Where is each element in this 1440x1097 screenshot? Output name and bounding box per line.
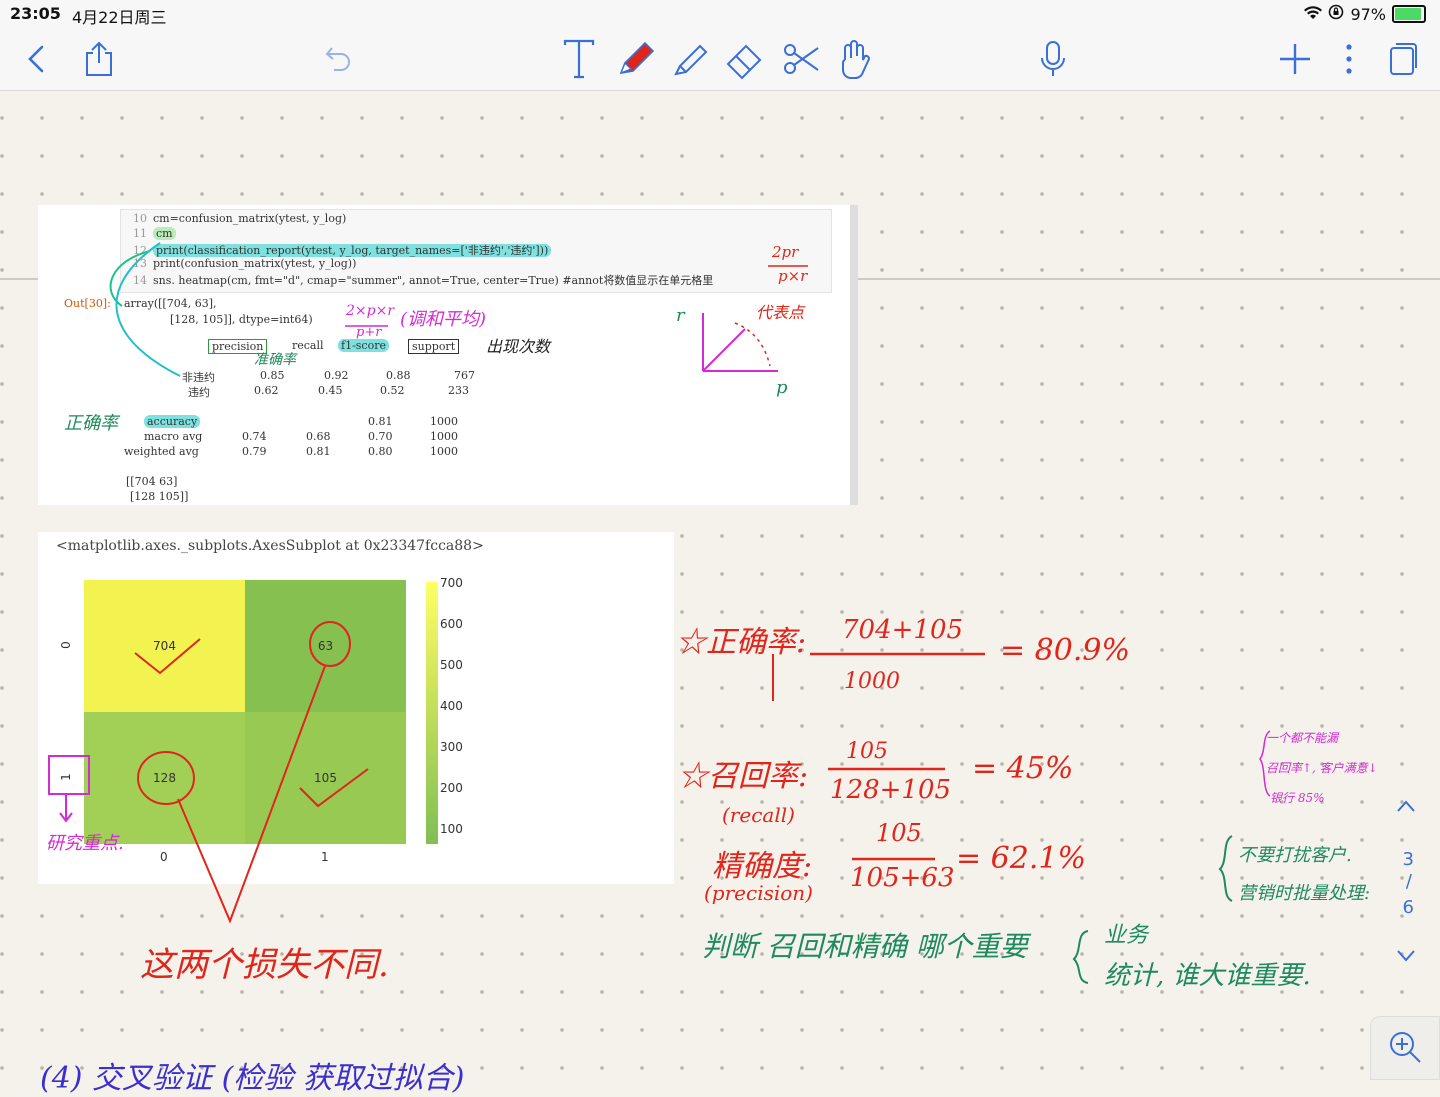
note-focus: 研究重点. [46,833,124,854]
note-f1-num: 2×p×r [346,303,395,319]
note-precision-en: (precision) [704,881,813,905]
page-down-button[interactable] [1396,947,1416,968]
eraser-icon [726,44,762,80]
note-side: 营销时批量处理: [1238,883,1371,904]
highlighter-tool-button[interactable] [668,36,714,82]
eraser-tool-button[interactable] [722,36,768,82]
more-icon [1346,44,1352,74]
note-prec-den: 105+63 [850,863,955,893]
note-stats: 统计, 谁大谁重要. [1104,961,1311,991]
highlighter-icon [674,44,708,76]
back-button[interactable] [14,36,60,82]
note-accuracy: 正确率 [64,413,118,434]
more-button[interactable] [1326,36,1372,82]
status-time: 23:05 [10,4,61,23]
note-harmonic: (调和平均) [400,309,487,330]
add-page-button[interactable] [1272,36,1318,82]
microphone-icon [1041,41,1065,76]
note-occurrence: 出现次数 [486,337,551,356]
note-loss: 这两个损失不同. [140,945,389,985]
note-recall-den: 128+105 [830,775,952,805]
note-axis-r: r [676,305,685,326]
zoom-in-icon [1390,1032,1421,1063]
chevron-up-icon [1397,800,1415,812]
note-side: 银行 85% [1270,791,1325,805]
note-business: 业务 [1104,923,1149,948]
chevron-down-icon [1397,950,1415,962]
note-recall-en: (recall) [722,803,795,827]
note-side: 一个都不能漏 [1266,731,1339,745]
note-prec-num: 105 [876,819,922,847]
note-acc-den: 1000 [844,669,900,694]
plus-icon [1280,44,1310,74]
status-bar: 23:05 4月22日周三 97% [0,0,1440,28]
text-tool-button[interactable] [556,36,602,82]
page-separator: / [1405,871,1412,892]
note-acc-result: = 80.9% [1000,633,1130,668]
notebook-page[interactable]: 10 cm=confusion_matrix(ytest, y_log) 11 cm… [0,91,1440,1096]
note-judge: 判断 召回和精确 哪个重要 [702,930,1028,963]
pages-button[interactable] [1380,36,1426,82]
hand-icon [842,40,870,79]
text-tool-icon [563,39,595,79]
page-up-button[interactable] [1396,797,1416,818]
zoom-button[interactable] [1370,1016,1440,1080]
microphone-button[interactable] [1030,36,1076,82]
hand-tool-button[interactable] [832,36,878,82]
note-side: 召回率↑, 客户满意↓ [1266,761,1378,775]
note-acc-num: 704+105 [842,615,964,645]
undo-button[interactable] [316,36,362,82]
battery-icon [1392,5,1426,23]
note-axis-p: p [776,377,788,398]
note-top-frac-num: 2pr [772,243,799,261]
share-icon [86,41,112,76]
note-recall-num: 105 [846,739,888,764]
note-precision: 准确率 [254,352,296,368]
status-date: 4月22日周三 [72,8,167,27]
scissors-icon [784,44,819,74]
pages-icon [1390,43,1417,75]
page-current: 3 [1402,849,1414,870]
note-top-frac-den: p×r [778,267,808,285]
note-precision-formula: 精确度: [712,849,813,884]
share-button[interactable] [76,36,122,82]
note-side: 不要打扰客户. [1238,845,1352,866]
pen-icon [619,41,655,75]
note-recall-formula: ☆召回率: [678,759,809,794]
note-accuracy-formula: ☆正确率: [676,625,807,660]
lasso-tool-button[interactable] [778,36,824,82]
note-represent: 代表点 [756,303,805,322]
note-f1-den: p+r [356,325,382,340]
note-bottom: (4) 交叉验证 (检验 获取过拟合) [40,1061,465,1096]
note-prec-result: = 62.1% [956,841,1086,876]
chevron-left-icon [28,45,44,73]
undo-icon [325,47,350,71]
orientation-lock-icon [1328,4,1344,24]
status-right: 97% [1304,4,1426,24]
page-total: 6 [1402,897,1414,918]
battery-percent: 97% [1350,4,1386,24]
pen-tool-button[interactable] [612,36,658,82]
note-recall-result: = 45% [972,751,1074,786]
toolbar [0,28,1440,91]
wifi-icon [1304,5,1323,24]
